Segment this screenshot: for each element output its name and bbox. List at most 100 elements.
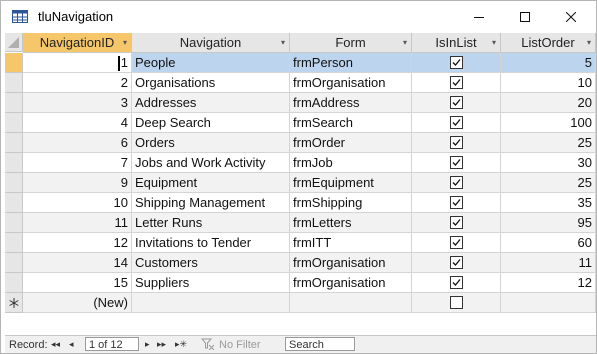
cell-id[interactable]: 11 [23, 213, 132, 233]
select-all-corner[interactable] [5, 33, 23, 52]
cell-isinlist[interactable] [412, 273, 501, 293]
cell-navigation[interactable]: Deep Search [132, 113, 290, 133]
cell-id[interactable]: 4 [23, 113, 132, 133]
new-cell-form[interactable] [290, 293, 412, 313]
header-navigation[interactable]: Navigation ▾ [132, 33, 290, 53]
record-selector[interactable] [5, 193, 23, 213]
checkbox[interactable] [449, 256, 463, 269]
cell-navigation[interactable]: Equipment [132, 173, 290, 193]
search-input[interactable]: Search [285, 337, 355, 351]
cell-isinlist[interactable] [412, 173, 501, 193]
chevron-down-icon[interactable]: ▾ [281, 38, 285, 47]
record-selector[interactable] [5, 233, 23, 253]
chevron-down-icon[interactable]: ▾ [492, 38, 496, 47]
cell-navigation[interactable]: Orders [132, 133, 290, 153]
minimize-button[interactable] [456, 1, 502, 32]
cell-listorder[interactable]: 25 [501, 133, 596, 153]
new-record-button[interactable]: ▸✳ [175, 339, 187, 350]
chevron-down-icon[interactable]: ▾ [587, 38, 591, 47]
table-row[interactable]: 11 Letter Runs frmLetters 95 [5, 213, 596, 233]
cell-listorder[interactable]: 100 [501, 113, 596, 133]
table-row[interactable]: 9 Equipment frmEquipment 25 [5, 173, 596, 193]
cell-id[interactable]: 7 [23, 153, 132, 173]
record-selector[interactable] [5, 73, 23, 93]
cell-isinlist[interactable] [412, 233, 501, 253]
table-row[interactable]: 4 Deep Search frmSearch 100 [5, 113, 596, 133]
cell-form[interactable]: frmJob [290, 153, 412, 173]
checkbox[interactable] [449, 156, 463, 169]
previous-record-button[interactable]: ◂ [69, 339, 74, 350]
cell-form[interactable]: frmOrganisation [290, 253, 412, 273]
table-row[interactable]: 7 Jobs and Work Activity frmJob 30 [5, 153, 596, 173]
cell-listorder[interactable]: 11 [501, 253, 596, 273]
cell-id[interactable]: 3 [23, 93, 132, 113]
cell-isinlist[interactable] [412, 153, 501, 173]
last-record-button[interactable]: ▸▸ [157, 339, 166, 350]
table-row[interactable]: 14 Customers frmOrganisation 11 [5, 253, 596, 273]
cell-navigation[interactable]: Jobs and Work Activity [132, 153, 290, 173]
new-cell-listorder[interactable] [501, 293, 596, 313]
chevron-down-icon[interactable]: ▾ [123, 38, 127, 47]
new-cell-id[interactable]: (New) [23, 293, 132, 313]
cell-listorder[interactable]: 35 [501, 193, 596, 213]
cell-form[interactable]: frmOrder [290, 133, 412, 153]
checkbox[interactable] [449, 296, 463, 309]
cell-listorder[interactable]: 60 [501, 233, 596, 253]
cell-listorder[interactable]: 5 [501, 53, 596, 73]
cell-isinlist[interactable] [412, 133, 501, 153]
record-selector[interactable] [5, 93, 23, 113]
cell-id[interactable]: 15 [23, 273, 132, 293]
next-record-button[interactable]: ▸ [145, 339, 150, 350]
cell-form[interactable]: frmEquipment [290, 173, 412, 193]
record-selector[interactable] [5, 253, 23, 273]
table-row[interactable]: 1 People frmPerson 5 [5, 53, 596, 73]
cell-navigation[interactable]: Shipping Management [132, 193, 290, 213]
new-record-selector[interactable] [5, 293, 23, 313]
record-selector[interactable] [5, 173, 23, 193]
cell-form[interactable]: frmLetters [290, 213, 412, 233]
table-row[interactable]: 10 Shipping Management frmShipping 35 [5, 193, 596, 213]
cell-id[interactable]: 14 [23, 253, 132, 273]
record-selector[interactable] [5, 133, 23, 153]
cell-isinlist[interactable] [412, 193, 501, 213]
cell-listorder[interactable]: 20 [501, 93, 596, 113]
table-row[interactable]: 12 Invitations to Tender frmITT 60 [5, 233, 596, 253]
cell-navigation[interactable]: Addresses [132, 93, 290, 113]
checkbox[interactable] [449, 276, 463, 289]
first-record-button[interactable]: ◂◂ [51, 339, 60, 350]
table-row[interactable]: 2 Organisations frmOrganisation 10 [5, 73, 596, 93]
record-position-input[interactable]: 1 of 12 [85, 337, 139, 351]
cell-id[interactable]: 1 [23, 53, 132, 73]
cell-isinlist[interactable] [412, 73, 501, 93]
cell-form[interactable]: frmPerson [290, 53, 412, 73]
cell-listorder[interactable]: 10 [501, 73, 596, 93]
checkbox[interactable] [449, 76, 463, 89]
record-selector[interactable] [5, 273, 23, 293]
cell-form[interactable]: frmAddress [290, 93, 412, 113]
header-isinlist[interactable]: IsInList ▾ [412, 33, 501, 53]
cell-listorder[interactable]: 25 [501, 173, 596, 193]
header-listorder[interactable]: ListOrder ▾ [501, 33, 596, 53]
cell-form[interactable]: frmShipping [290, 193, 412, 213]
cell-id[interactable]: 6 [23, 133, 132, 153]
new-record-row[interactable]: (New) [5, 293, 596, 313]
checkbox[interactable] [449, 136, 463, 149]
cell-form[interactable]: frmITT [290, 233, 412, 253]
close-button[interactable] [548, 1, 594, 32]
cell-listorder[interactable]: 12 [501, 273, 596, 293]
new-cell-isinlist[interactable] [412, 293, 501, 313]
cell-id[interactable]: 9 [23, 173, 132, 193]
record-selector[interactable] [5, 153, 23, 173]
cell-navigation[interactable]: People [132, 53, 290, 73]
cell-navigation[interactable]: Letter Runs [132, 213, 290, 233]
cell-form[interactable]: frmOrganisation [290, 73, 412, 93]
cell-form[interactable]: frmSearch [290, 113, 412, 133]
cell-navigation[interactable]: Invitations to Tender [132, 233, 290, 253]
record-selector[interactable] [5, 213, 23, 233]
cell-isinlist[interactable] [412, 253, 501, 273]
checkbox[interactable] [449, 56, 463, 69]
table-row[interactable]: 15 Suppliers frmOrganisation 12 [5, 273, 596, 293]
new-cell-navigation[interactable] [132, 293, 290, 313]
cell-listorder[interactable]: 30 [501, 153, 596, 173]
cell-listorder[interactable]: 95 [501, 213, 596, 233]
